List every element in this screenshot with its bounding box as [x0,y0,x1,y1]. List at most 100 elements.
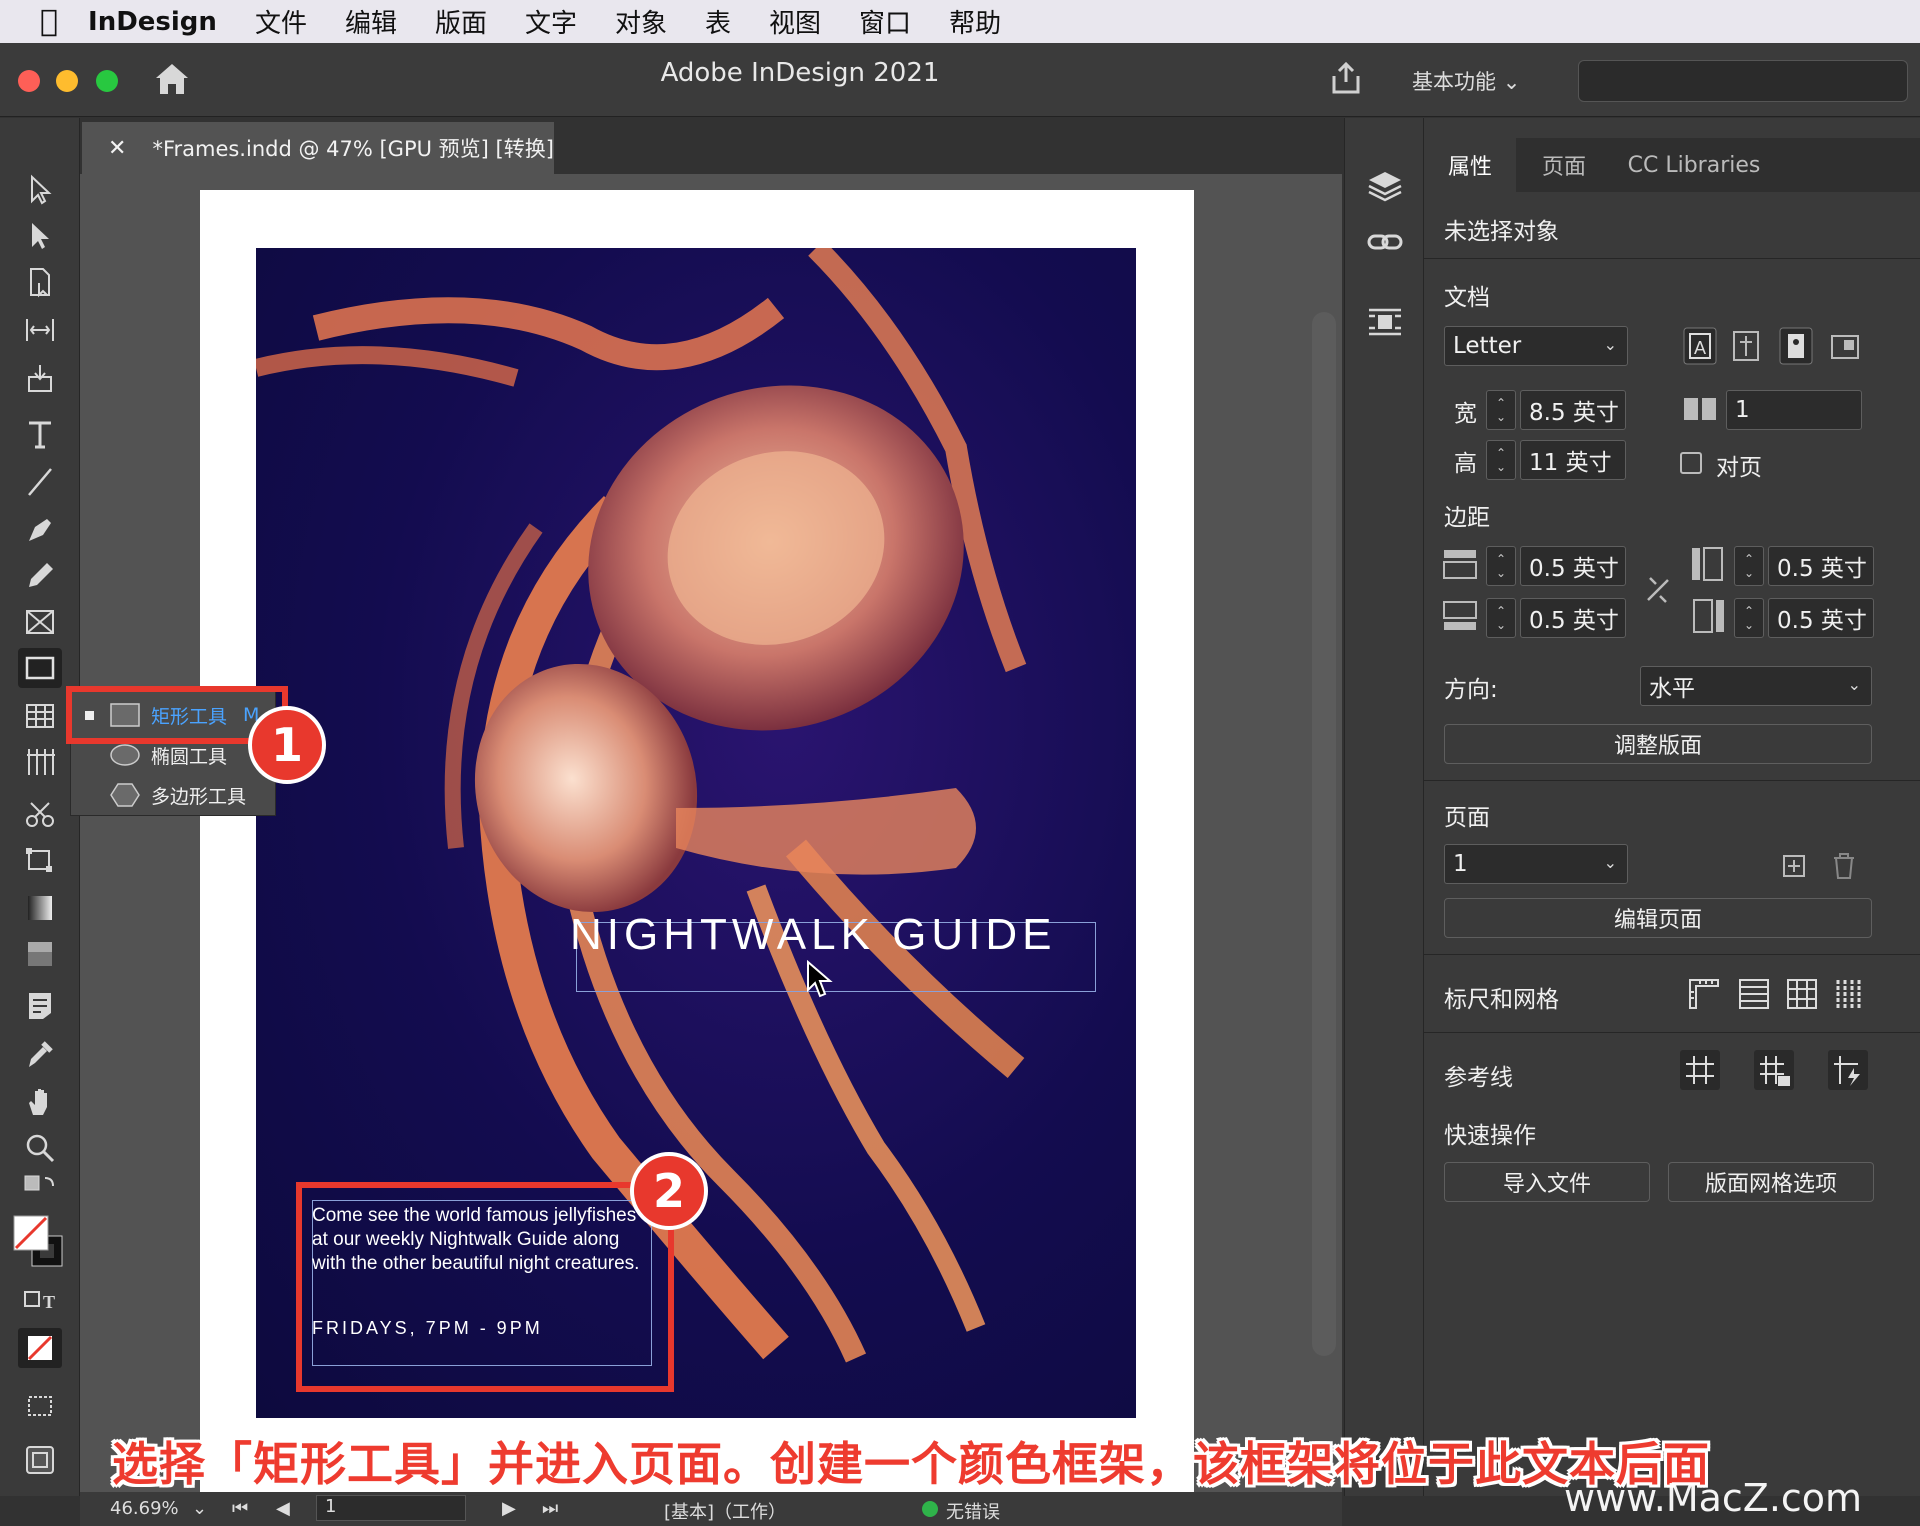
margin-top-field[interactable]: 0.5 英寸 [1520,546,1626,586]
prev-page-icon[interactable]: ◀ [276,1498,290,1519]
zoom-tool-icon[interactable] [18,1128,62,1168]
selection-tool-icon[interactable] [18,170,62,210]
width-stepper[interactable]: ⌃ ⌄ [1486,390,1516,430]
eyedropper-tool-icon[interactable] [18,1034,62,1074]
menu-table[interactable]: 表 [705,3,731,40]
height-stepper[interactable]: ⌃ ⌄ [1486,440,1516,480]
zoom-level[interactable]: 46.69% [110,1498,179,1519]
margin-left-stepper[interactable]: ⌃ ⌄ [1734,546,1764,586]
tab-cc-libraries[interactable]: CC Libraries [1612,138,1776,192]
adjust-layout-button[interactable]: 调整版面 [1444,724,1872,764]
width-field[interactable]: 8.5 英寸 [1520,390,1626,430]
margin-bottom-stepper[interactable]: ⌃ ⌄ [1486,598,1516,638]
link-margins-icon[interactable] [1638,570,1678,610]
tab-properties[interactable]: 属性 [1424,138,1516,192]
document-grid-icon[interactable] [1782,974,1822,1014]
margin-left-field[interactable]: 0.5 英寸 [1768,546,1874,586]
margin-right-field[interactable]: 0.5 英寸 [1768,598,1874,638]
headline-text[interactable]: NIGHTWALK GUIDE [570,910,1057,960]
page-number-select[interactable]: 1 ⌄ [1444,844,1628,884]
lock-guides-icon[interactable] [1754,1050,1794,1090]
hand-tool-icon[interactable] [18,1082,62,1122]
portrait-orientation-icon[interactable] [1776,326,1816,366]
show-guides-icon[interactable] [1680,1050,1720,1090]
menu-window[interactable]: 窗口 [859,3,911,40]
pen-tool-icon[interactable] [18,510,62,550]
menu-layout[interactable]: 版面 [435,3,487,40]
delete-page-icon[interactable] [1824,846,1864,886]
layers-icon[interactable] [1365,166,1405,206]
frame-grid-icon[interactable] [18,742,62,782]
text-direction-icon[interactable] [1726,326,1766,366]
adobe-fonts-icon[interactable] [18,1440,62,1480]
links-icon[interactable] [1365,222,1405,262]
page-size-select[interactable]: Letter ⌄ [1444,326,1628,366]
gradient-feather-tool-icon[interactable] [18,934,62,974]
menu-type[interactable]: 文字 [525,3,577,40]
minimize-window-button[interactable] [56,70,78,92]
gap-tool-icon[interactable] [18,310,62,350]
pencil-tool-icon[interactable] [18,556,62,596]
screen-mode-icon[interactable] [18,1386,62,1426]
tab-pages[interactable]: 页面 [1516,138,1612,192]
menu-file[interactable]: 文件 [255,3,307,40]
search-input[interactable] [1578,60,1908,102]
gradient-swatch-tool-icon[interactable] [18,888,62,928]
orientation-select[interactable]: 水平 ⌄ [1640,666,1872,706]
first-page-icon[interactable]: ⏮ [232,1498,248,1519]
close-tab-icon[interactable]: ✕ [108,136,126,161]
free-transform-tool-icon[interactable] [18,840,62,880]
add-page-icon[interactable] [1774,846,1814,886]
facing-pages-checkbox[interactable] [1680,452,1702,474]
note-tool-icon[interactable] [18,986,62,1026]
pages-count-field[interactable]: 1 [1726,390,1862,430]
table-tool-icon[interactable] [18,696,62,736]
page-tool-icon[interactable] [18,262,62,302]
scissors-tool-icon[interactable] [18,794,62,834]
page-number-input[interactable]: 1 [316,1495,466,1521]
menu-object[interactable]: 对象 [615,3,667,40]
preflight-status[interactable]: 无错误 [946,1498,1000,1524]
apple-icon[interactable]:  [40,4,58,39]
margin-top-stepper[interactable]: ⌃ ⌄ [1486,546,1516,586]
formatting-container-icon[interactable]: T [18,1284,62,1314]
edit-page-button[interactable]: 编辑页面 [1444,898,1872,938]
smart-guides-icon[interactable] [1828,1050,1868,1090]
zoom-window-button[interactable] [96,70,118,92]
share-icon[interactable] [1328,60,1364,96]
apply-none-icon[interactable] [18,1328,62,1368]
direct-selection-tool-icon[interactable] [18,216,62,256]
last-page-icon[interactable]: ⏭ [542,1498,558,1519]
menu-help[interactable]: 帮助 [949,3,1001,40]
layout-grid-options-button[interactable]: 版面网格选项 [1668,1162,1874,1202]
height-field[interactable]: 11 英寸 [1520,440,1626,480]
layout-grid-icon[interactable] [1830,974,1870,1014]
import-file-button[interactable]: 导入文件 [1444,1162,1650,1202]
next-page-icon[interactable]: ▶ [502,1498,516,1519]
menu-view[interactable]: 视图 [769,3,821,40]
baseline-grid-icon[interactable] [1734,974,1774,1014]
rectangle-tool-icon[interactable] [18,648,62,688]
chevron-down-icon[interactable]: ⌄ [192,1498,207,1519]
vertical-scrollbar[interactable] [1312,312,1336,1356]
line-tool-icon[interactable] [18,462,62,502]
close-window-button[interactable] [18,70,40,92]
rulers-icon[interactable] [1684,974,1724,1014]
primary-text-frame-icon[interactable]: A [1680,326,1720,366]
swap-fill-stroke-icon[interactable] [18,1174,62,1204]
type-tool-icon[interactable] [18,414,62,454]
menu-app-name[interactable]: InDesign [88,7,217,37]
margin-bottom-field[interactable]: 0.5 英寸 [1520,598,1626,638]
polygon-tool-item[interactable]: 多边形工具 [71,775,277,815]
home-icon[interactable] [152,60,192,96]
landscape-orientation-icon[interactable] [1824,326,1864,366]
text-wrap-icon[interactable] [1365,302,1405,342]
rectangle-frame-tool-icon[interactable] [18,602,62,642]
menu-edit[interactable]: 编辑 [345,3,397,40]
margin-right-stepper[interactable]: ⌃ ⌄ [1734,598,1764,638]
workspace-switcher[interactable]: 基本功能 ⌄ [1412,66,1520,96]
document-tab[interactable]: ✕ *Frames.indd @ 47% [GPU 预览] [转换] [82,122,554,174]
preflight-profile[interactable]: [基本]（工作） [664,1498,786,1524]
content-collector-icon[interactable] [18,358,62,398]
fill-stroke-swatch[interactable] [10,1210,68,1274]
